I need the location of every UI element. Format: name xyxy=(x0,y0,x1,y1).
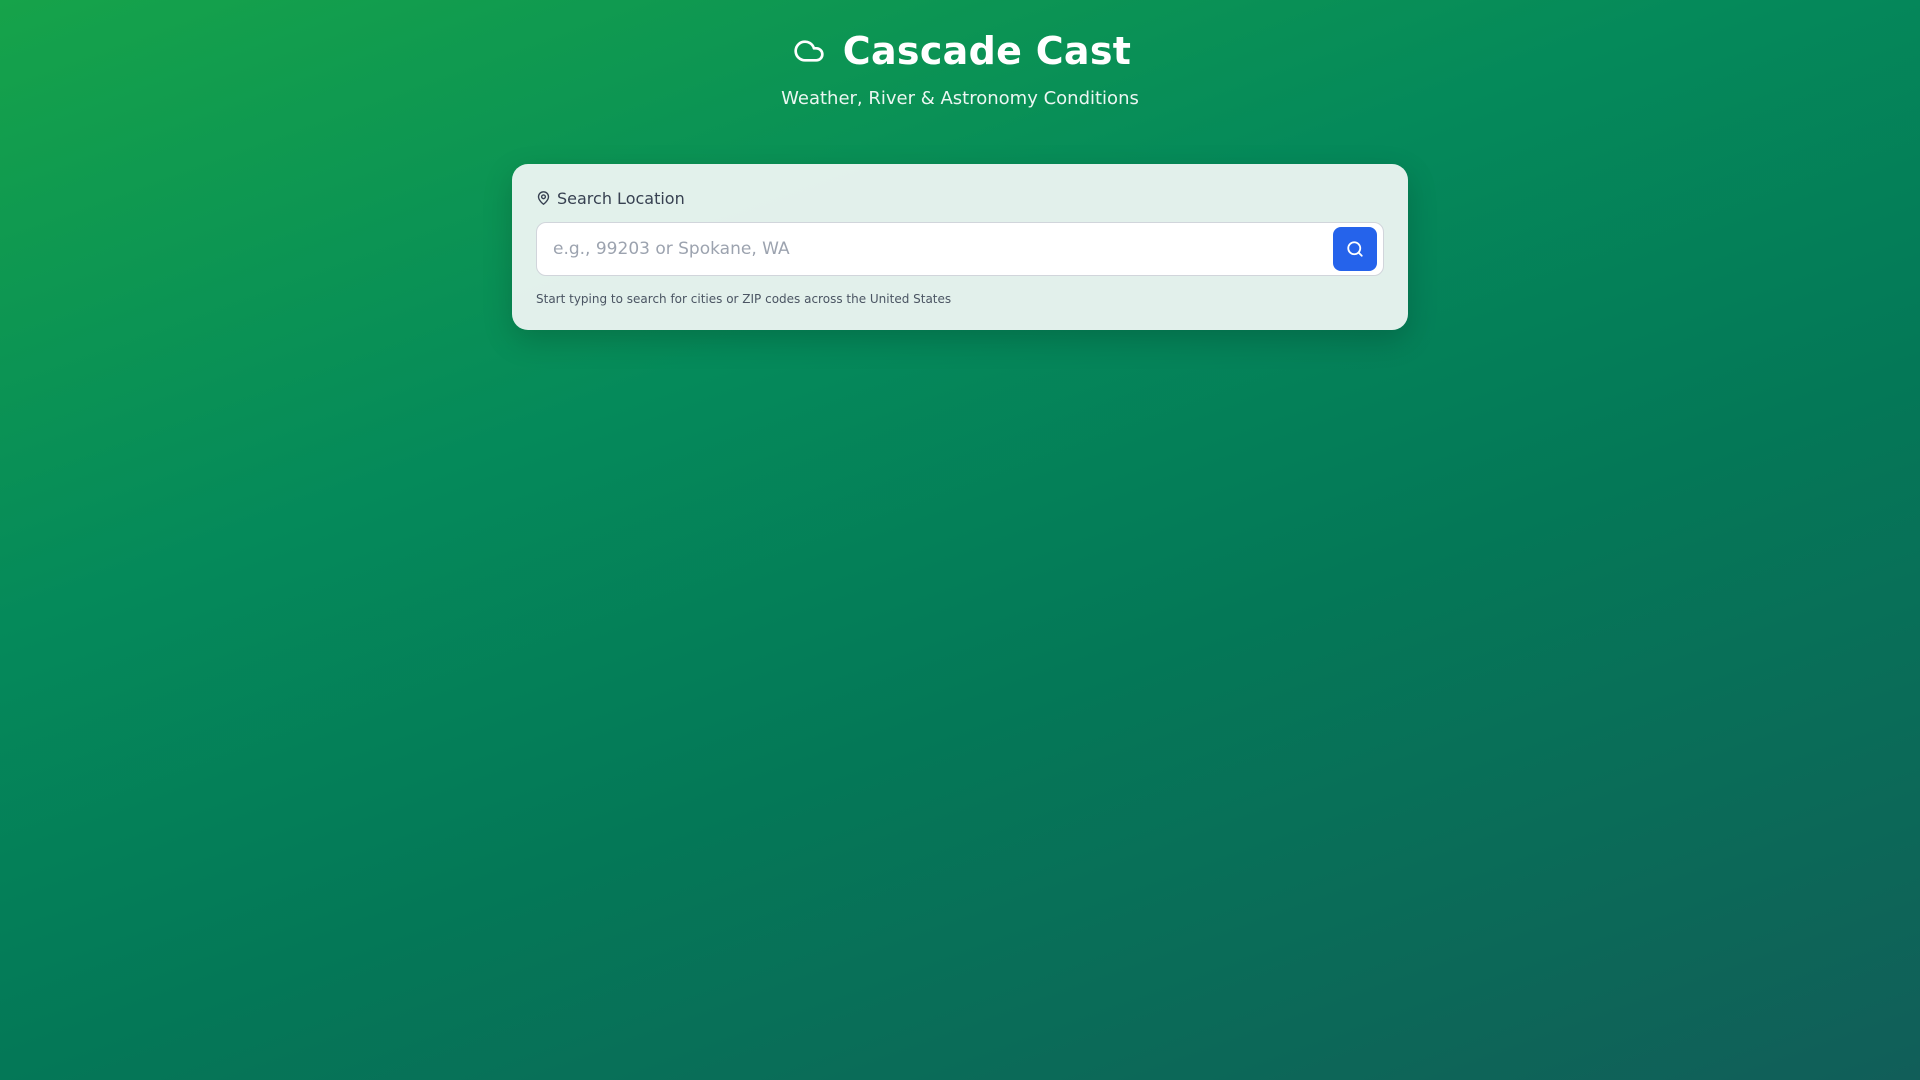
search-field xyxy=(536,222,1384,276)
app-header: Cascade Cast Weather, River & Astronomy … xyxy=(0,0,1920,109)
search-button[interactable] xyxy=(1333,227,1377,271)
title-row: Cascade Cast xyxy=(0,26,1920,76)
search-helper-text: Start typing to search for cities or ZIP… xyxy=(536,292,952,306)
search-card: Search Location Start typing to search f… xyxy=(512,164,1408,330)
search-label: Search Location xyxy=(557,188,685,208)
search-label-row: Search Location xyxy=(536,188,1384,208)
app-title: Cascade Cast xyxy=(842,29,1132,73)
app-subtitle: Weather, River & Astronomy Conditions xyxy=(781,88,1139,109)
map-pin-icon xyxy=(536,190,551,206)
cloud-icon xyxy=(789,35,829,67)
search-input[interactable] xyxy=(537,223,1317,275)
search-icon xyxy=(1346,240,1364,258)
